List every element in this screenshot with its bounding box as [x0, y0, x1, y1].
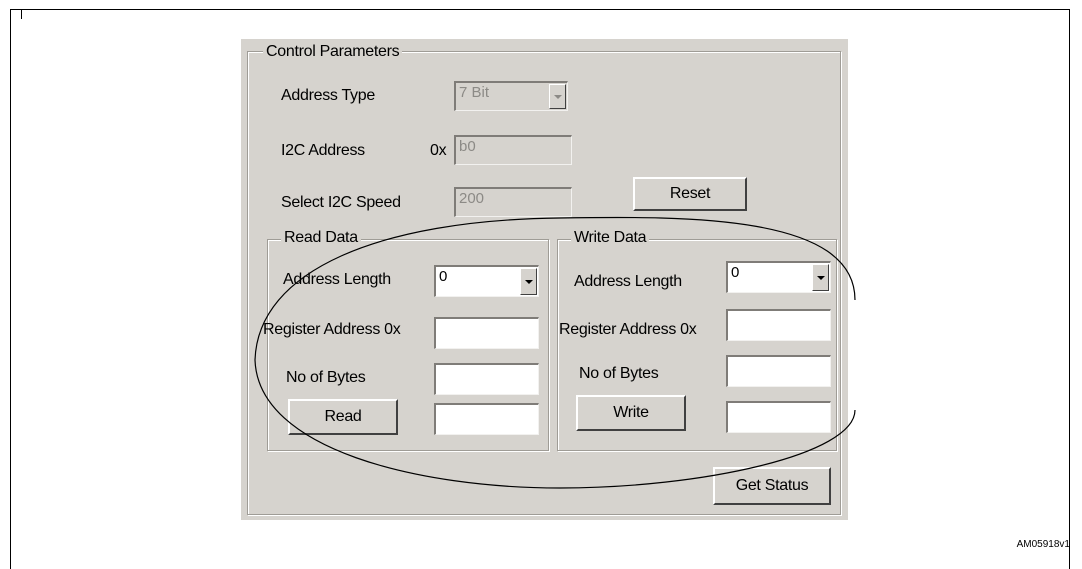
figure-code: AM05918v1 — [1016, 539, 1070, 550]
ellipse-annotation — [254, 216, 856, 489]
